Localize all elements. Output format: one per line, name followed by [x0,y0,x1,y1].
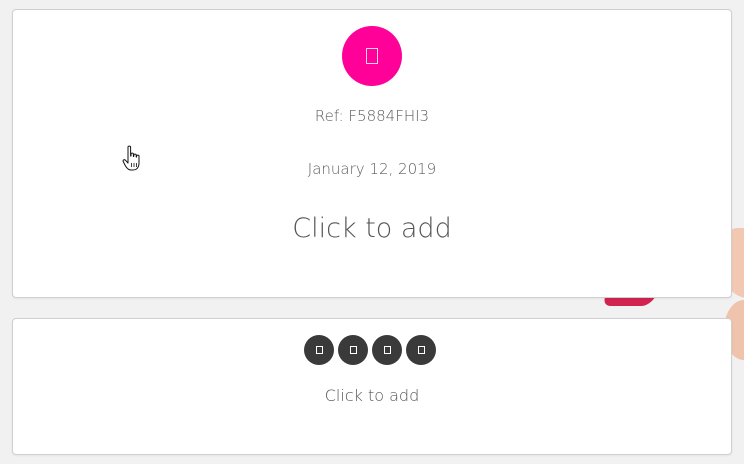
page: Ref: F5884FHI3 January 12, 2019 Click to… [0,0,744,464]
action-button-1[interactable] [304,335,334,365]
placeholder-glyph-icon [366,48,378,64]
action-button-3[interactable] [372,335,402,365]
action-icon-row [304,335,436,365]
actions-card: Click to add [12,318,732,455]
date-text: January 12, 2019 [307,160,437,178]
action-button-2[interactable] [338,335,368,365]
placeholder-glyph-icon [315,346,323,354]
avatar [342,26,402,86]
reference-text: Ref: F5884FHI3 [314,107,430,125]
hand-pointer-cursor-icon [122,145,140,171]
click-to-add-title[interactable]: Click to add [13,213,731,244]
placeholder-glyph-icon [349,346,357,354]
placeholder-glyph-icon [383,346,391,354]
placeholder-glyph-icon [417,346,425,354]
summary-card: Ref: F5884FHI3 January 12, 2019 Click to… [12,9,732,298]
action-button-4[interactable] [406,335,436,365]
click-to-add-text[interactable]: Click to add [13,386,731,405]
